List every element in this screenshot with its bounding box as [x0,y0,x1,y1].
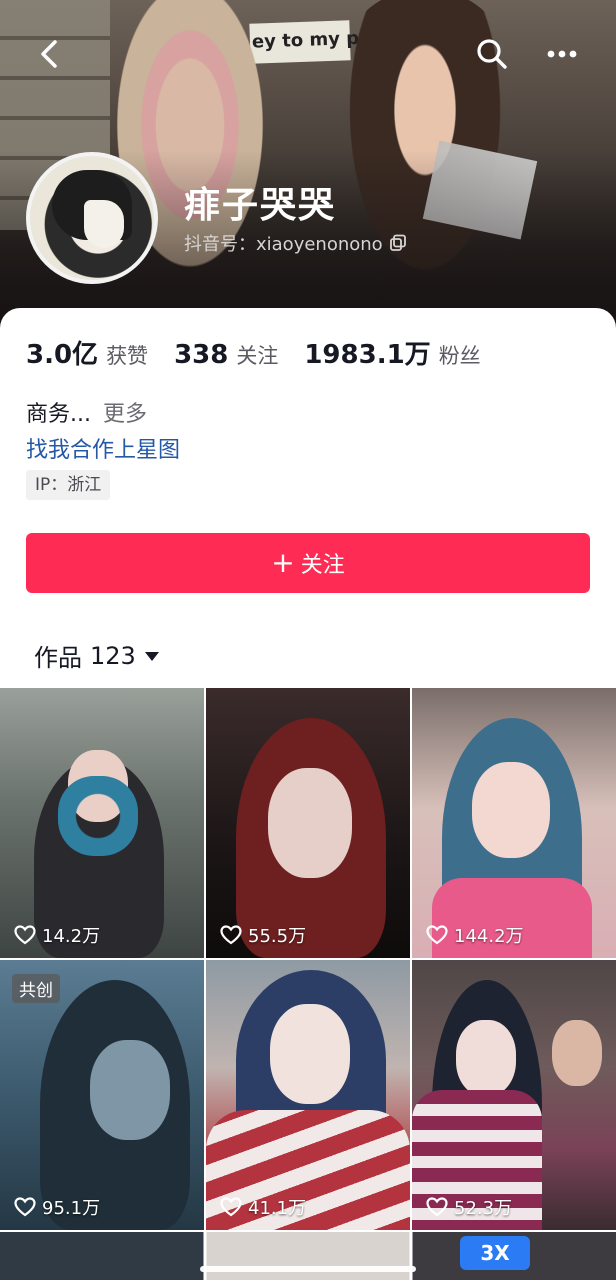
video-face [456,1020,516,1096]
stat-following[interactable]: 338 关注 [174,340,278,370]
cooperation-link[interactable]: 找我合作上星图 [26,432,180,464]
heart-icon [220,1197,242,1217]
follow-button[interactable]: + 关注 [26,533,590,593]
plus-icon: + [271,546,295,579]
search-button[interactable] [470,32,514,76]
video-likes-count: 144.2万 [454,926,524,947]
avatar[interactable] [26,152,158,284]
chevron-left-icon [41,40,57,68]
douyin-id-text: 抖音号：xiaoyenonono [184,234,383,255]
caret-down-icon [144,651,159,661]
stat-label: 粉丝 [438,344,481,368]
ip-location-tag: IP：浙江 [26,470,111,500]
works-count: 123 [90,641,136,670]
video-likes: 95.1万 [14,1194,100,1220]
stats-row: 3.0亿 获赞 338 关注 1983.1万 粉丝 [26,334,507,371]
bio: 商务... 更多 [26,396,147,428]
watermark-logo: 3X [460,1236,530,1270]
video-likes-count: 95.1万 [42,1198,101,1219]
stat-label: 关注 [236,344,279,368]
avatar-face [84,200,124,248]
heart-icon [14,1197,36,1217]
video-hair [58,776,138,856]
video-thumbnail[interactable]: 41.1万 [206,960,410,1230]
tab-works[interactable]: 作品 123 [34,638,160,673]
video-likes-count: 14.2万 [42,926,101,947]
stat-value: 1983.1万 [304,340,431,370]
heart-icon [426,1197,448,1217]
video-likes: 14.2万 [14,922,100,948]
video-likes: 55.5万 [220,922,306,948]
works-label: 作品 [34,644,82,672]
profile-card: 3.0亿 获赞 338 关注 1983.1万 粉丝 商务... 更多 找我合作上星… [0,308,616,1280]
video-likes: 52.3万 [426,1194,512,1220]
video-likes: 41.1万 [220,1194,306,1220]
stat-value: 3.0亿 [26,340,99,370]
bio-more-link[interactable]: 更多 [103,402,147,427]
video-thumbnail[interactable]: 14.2万 [0,688,204,958]
home-indicator[interactable] [200,1266,416,1272]
video-face [268,768,352,878]
video-thumbnail[interactable]: 55.5万 [206,688,410,958]
video-face [472,762,550,858]
heart-icon [220,925,242,945]
video-likes-count: 55.5万 [248,926,307,947]
video-thumbnail[interactable]: 144.2万 [412,688,616,958]
profile-nickname: 痱子哭哭 [184,185,337,226]
heart-icon [14,925,36,945]
more-button[interactable] [540,32,584,76]
heart-icon [426,925,448,945]
search-icon [477,39,507,69]
video-likes: 144.2万 [426,922,524,948]
video-thumbnail[interactable]: 共创 95.1万 [0,960,204,1230]
video-face [270,1004,350,1104]
video-second-face [552,1020,602,1086]
stat-label: 获赞 [106,344,149,368]
douyin-id[interactable]: 抖音号：xiaoyenonono [184,230,407,256]
stat-followers[interactable]: 1983.1万 粉丝 [304,334,480,371]
bio-text: 商务... [26,402,91,427]
back-button[interactable] [28,32,72,76]
more-dots-icon [547,50,577,58]
follow-button-label: 关注 [300,553,345,578]
video-face [90,1040,170,1140]
video-thumbnail[interactable]: 52.3万 [412,960,616,1230]
copy-icon[interactable] [389,234,407,252]
co-creation-badge: 共创 [12,974,60,1003]
video-likes-count: 52.3万 [454,1198,513,1219]
video-likes-count: 41.1万 [248,1198,307,1219]
stat-value: 338 [174,340,229,370]
stat-likes[interactable]: 3.0亿 获赞 [26,334,148,371]
